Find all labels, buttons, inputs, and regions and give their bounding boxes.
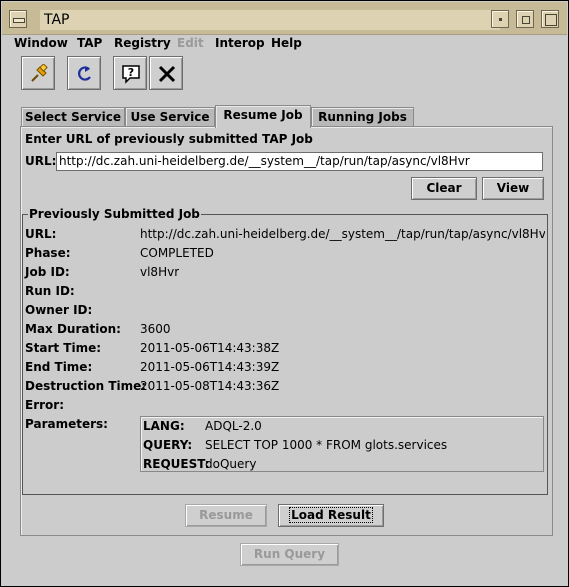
reload-button[interactable] — [67, 56, 101, 90]
help-icon: ? — [122, 65, 140, 84]
resume-button[interactable]: Resume — [185, 504, 267, 527]
menu-bar: Window TAP Registry Edit Interop Help — [2, 35, 567, 53]
minimize-icon[interactable] — [491, 10, 509, 28]
window-menu-icon[interactable] — [9, 10, 27, 28]
window-close-icon[interactable] — [541, 10, 559, 28]
param-key-query: QUERY: — [143, 438, 193, 452]
field-label-url: URL: — [25, 227, 57, 241]
title-bar[interactable]: TAP — [2, 2, 567, 35]
svg-text:?: ? — [128, 66, 134, 79]
param-value-lang: ADQL-2.0 — [205, 419, 262, 433]
tab-select-service[interactable]: Select Service — [21, 107, 125, 127]
field-value-destruction-time: 2011-05-08T14:43:36Z — [140, 379, 280, 393]
field-value-job-id: vl8Hvr — [140, 265, 180, 279]
maximize-icon[interactable] — [516, 10, 534, 28]
help-button[interactable]: ? — [113, 56, 147, 90]
param-value-query: SELECT TOP 1000 * FROM glots.services — [205, 438, 448, 452]
field-label-error: Error: — [25, 398, 64, 412]
load-result-label: Load Result — [289, 507, 373, 523]
param-key-lang: LANG: — [143, 419, 185, 433]
field-label-start-time: Start Time: — [25, 341, 102, 355]
window-title: TAP — [40, 10, 500, 30]
reload-icon — [78, 66, 91, 81]
tab-resume-job[interactable]: Resume Job — [215, 105, 311, 128]
field-label-owner-id: Owner ID: — [25, 303, 93, 317]
menu-interop[interactable]: Interop — [215, 36, 265, 51]
url-input[interactable]: http://dc.zah.uni-heidelberg.de/__system… — [56, 152, 543, 171]
param-value-request: doQuery — [205, 457, 257, 471]
param-key-request: REQUEST: — [143, 457, 210, 471]
menu-edit: Edit — [177, 36, 204, 50]
field-label-phase: Phase: — [25, 246, 71, 260]
field-value-end-time: 2011-05-06T14:43:39Z — [140, 360, 280, 374]
field-label-job-id: Job ID: — [25, 265, 70, 279]
menu-registry[interactable]: Registry — [114, 36, 171, 51]
close-icon — [158, 65, 176, 83]
clear-button[interactable]: Clear — [411, 177, 477, 200]
field-label-parameters: Parameters: — [25, 417, 108, 431]
field-label-destruction-time: Destruction Time: — [25, 379, 147, 393]
field-value-max-duration: 3600 — [140, 322, 171, 336]
pin-icon — [31, 64, 48, 82]
pin-button[interactable] — [21, 56, 55, 90]
menu-tap[interactable]: TAP — [77, 36, 102, 51]
field-value-url: http://dc.zah.uni-heidelberg.de/__system… — [140, 227, 545, 241]
resume-prompt: Enter URL of previously submitted TAP Jo… — [25, 132, 313, 146]
tab-running-jobs[interactable]: Running Jobs — [311, 107, 414, 127]
field-label-run-id: Run ID: — [25, 284, 75, 298]
previous-job-title: Previously Submitted Job — [28, 207, 201, 221]
field-label-end-time: End Time: — [25, 360, 93, 374]
tab-use-service[interactable]: Use Service — [125, 107, 215, 127]
view-button[interactable]: View — [482, 177, 544, 200]
field-value-phase: COMPLETED — [140, 246, 214, 260]
url-label: URL: — [25, 154, 57, 168]
tap-window: TAP Window TAP Registry Edit Interop Hel… — [0, 0, 569, 587]
field-label-max-duration: Max Duration: — [25, 322, 121, 336]
menu-window[interactable]: Window — [14, 36, 68, 51]
run-query-button[interactable]: Run Query — [240, 543, 339, 566]
field-value-start-time: 2011-05-06T14:43:38Z — [140, 341, 280, 355]
load-result-button[interactable]: Load Result — [278, 504, 384, 527]
close-button[interactable] — [149, 56, 183, 90]
menu-help[interactable]: Help — [271, 36, 302, 51]
